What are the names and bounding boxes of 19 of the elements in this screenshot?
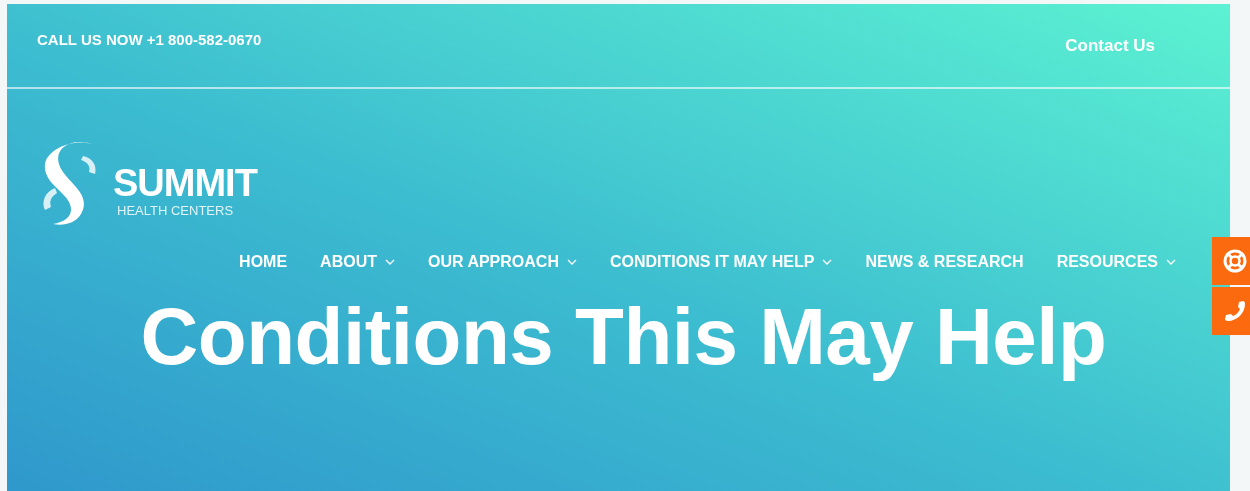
chevron-down-icon: [566, 259, 577, 265]
nav-link[interactable]: CONDITIONS IT MAY HELP: [609, 253, 833, 271]
logo-name: SUMMIT: [113, 162, 257, 203]
nav-link[interactable]: HOME: [239, 253, 288, 271]
call-us-text: CALL US NOW +1 800-582-0670: [37, 31, 262, 50]
chevron-down-icon: [384, 259, 395, 265]
nav-link[interactable]: RESOURCES: [1056, 253, 1176, 271]
call-button[interactable]: [1212, 287, 1250, 335]
nav-link[interactable]: ABOUT: [320, 253, 395, 271]
chevron-down-icon: [822, 259, 833, 265]
phone-icon: [1223, 299, 1247, 323]
page-title: Conditions This May Help: [139, 291, 1108, 383]
contact-us-link[interactable]: Contact Us: [1065, 36, 1155, 87]
nav-link[interactable]: NEWS & RESEARCH: [865, 253, 1024, 271]
support-button[interactable]: [1212, 237, 1250, 285]
chevron-down-icon: [1166, 259, 1176, 265]
logo-tagline: HEALTH CENTERS: [117, 202, 235, 218]
lifebuoy-icon: [1223, 249, 1247, 273]
nav-link[interactable]: OUR APPROACH: [427, 253, 577, 271]
